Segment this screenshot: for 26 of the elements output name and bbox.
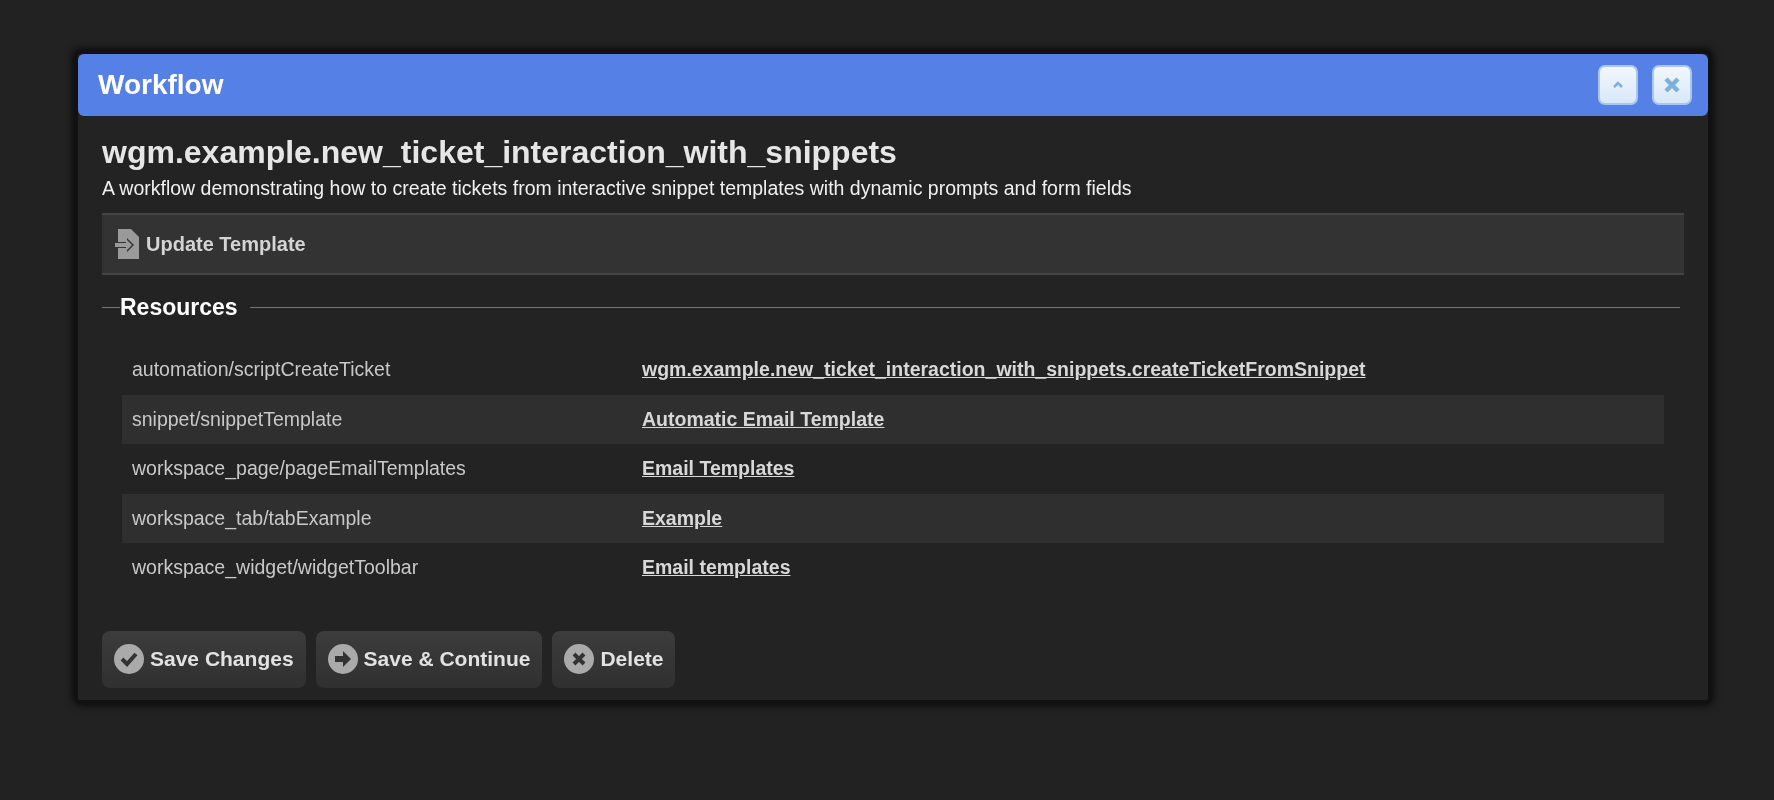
resource-path: snippet/snippetTemplate: [131, 407, 344, 431]
workflow-description: A workflow demonstrating how to create tickets from interactive snippet templates with dynamic prompts and form fields: [102, 177, 1133, 200]
collapse-button[interactable]: [1598, 65, 1638, 105]
delete-icon: [564, 644, 595, 674]
resource-path: automation/scriptCreateTicket: [131, 358, 392, 382]
section-heading: Resources: [120, 293, 238, 321]
resource-path: workspace_page/pageEmailTemplates: [131, 457, 467, 481]
delete-button[interactable]: Delete: [552, 630, 676, 688]
save-changes-button[interactable]: Save Changes: [102, 630, 306, 688]
close-button[interactable]: [1652, 65, 1692, 105]
save-continue-button[interactable]: Save & Continue: [315, 630, 543, 688]
resource-path: workspace_widget/widgetToolbar: [131, 556, 420, 580]
resource-link[interactable]: Automatic Email Template: [642, 407, 885, 430]
close-icon: [1663, 76, 1681, 94]
resource-link[interactable]: wgm.example.new_ticket_interaction_with_snippets.createTicketFromSnippet: [642, 358, 1366, 381]
caret-up-icon: [1611, 80, 1625, 90]
window-title: Workflow: [98, 69, 224, 101]
resource-path: workspace_tab/tabExample: [131, 506, 373, 530]
document-import-icon: [114, 228, 140, 260]
resource-link[interactable]: Email templates: [642, 556, 791, 579]
checkmark-icon: [114, 644, 144, 674]
arrow-right-icon: [327, 644, 358, 674]
resource-link[interactable]: Example: [642, 506, 723, 529]
workflow-name: wgm.example.new_ticket_interaction_with_snippets: [102, 134, 898, 171]
update-template-button[interactable]: Update Template: [114, 228, 306, 260]
resource-link[interactable]: Email Templates: [642, 457, 795, 480]
